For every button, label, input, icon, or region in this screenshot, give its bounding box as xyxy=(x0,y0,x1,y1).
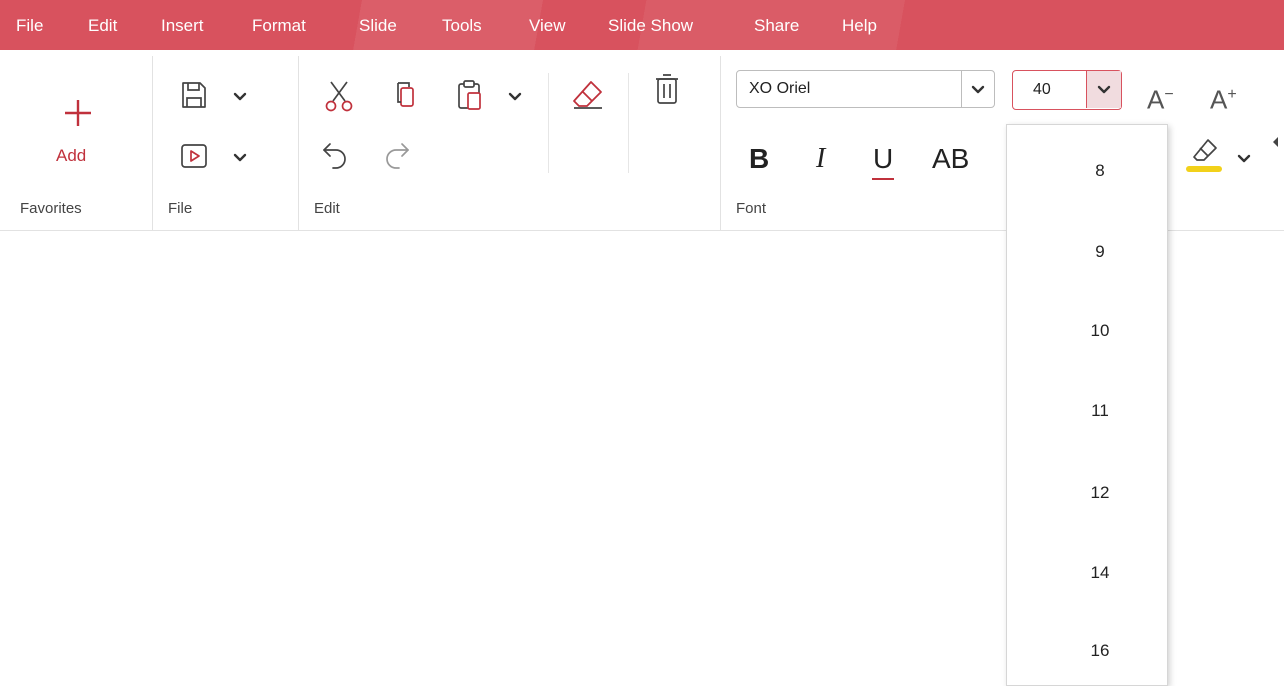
font-size-option[interactable]: 8 xyxy=(1007,161,1193,181)
change-case-button[interactable]: AB xyxy=(932,143,969,175)
add-icon[interactable] xyxy=(62,97,94,129)
cut-icon[interactable] xyxy=(323,79,355,113)
separator xyxy=(628,73,629,173)
paste-chevron-down-icon[interactable] xyxy=(507,89,523,105)
group-label-file: File xyxy=(168,200,193,217)
font-size-option[interactable]: 16 xyxy=(1007,641,1193,661)
plus-icon: + xyxy=(1227,86,1237,103)
font-size-option[interactable]: 9 xyxy=(1007,242,1193,262)
group-divider xyxy=(152,56,153,230)
font-size-value: 40 xyxy=(1033,81,1051,98)
redo-icon[interactable] xyxy=(382,139,412,169)
font-size-option[interactable]: 12 xyxy=(1007,483,1193,503)
save-icon[interactable] xyxy=(179,80,209,110)
separator xyxy=(548,73,549,173)
group-label-favorites: Favorites xyxy=(20,200,82,217)
eraser-icon[interactable] xyxy=(570,78,606,112)
font-size-chevron-down-icon[interactable] xyxy=(1096,82,1112,98)
underline-letter: U xyxy=(873,143,894,174)
scroll-left-arrow-icon[interactable] xyxy=(1270,135,1280,149)
menu-slide[interactable]: Slide xyxy=(359,16,397,36)
menu-tools[interactable]: Tools xyxy=(442,16,482,36)
minus-icon: − xyxy=(1164,86,1174,103)
slideshow-chevron-down-icon[interactable] xyxy=(232,150,248,166)
menu-view[interactable]: View xyxy=(529,16,566,36)
shrink-font-letter: A xyxy=(1147,84,1165,115)
delete-icon[interactable] xyxy=(652,72,682,108)
font-size-option[interactable]: 14 xyxy=(1007,563,1193,583)
group-label-font: Font xyxy=(736,200,767,217)
highlight-chevron-down-icon[interactable] xyxy=(1236,151,1252,167)
menu-insert[interactable]: Insert xyxy=(161,16,204,36)
font-size-dropdown-list: 8 9 10 11 12 14 16 xyxy=(1006,124,1168,686)
menu-help[interactable]: Help xyxy=(842,16,877,36)
shrink-font-button[interactable]: A− xyxy=(1147,80,1174,115)
play-slideshow-icon[interactable] xyxy=(179,141,209,171)
font-size-option[interactable]: 11 xyxy=(1007,401,1193,421)
copy-icon[interactable] xyxy=(390,79,420,111)
add-button[interactable]: Add xyxy=(56,146,86,166)
font-size-option[interactable]: 10 xyxy=(1007,321,1193,341)
undo-icon[interactable] xyxy=(320,139,350,169)
underline-accent xyxy=(872,178,894,180)
group-divider xyxy=(298,56,299,230)
menu-slide-show[interactable]: Slide Show xyxy=(608,16,693,36)
italic-button[interactable]: I xyxy=(816,143,825,175)
bold-button[interactable]: B xyxy=(749,143,769,175)
group-divider xyxy=(720,56,721,230)
font-name-combobox[interactable]: XO Oriel xyxy=(736,70,995,108)
font-size-combobox[interactable]: 40 xyxy=(1012,70,1122,110)
font-size-dropdown-button[interactable] xyxy=(1086,71,1121,108)
menu-share[interactable]: Share xyxy=(754,16,799,36)
paste-icon[interactable] xyxy=(455,78,485,112)
save-chevron-down-icon[interactable] xyxy=(232,89,248,105)
font-name-chevron-down-icon[interactable] xyxy=(970,82,986,98)
grow-font-button[interactable]: A+ xyxy=(1210,80,1237,115)
combobox-separator xyxy=(961,71,962,107)
grow-font-letter: A xyxy=(1210,84,1228,115)
group-label-edit: Edit xyxy=(314,200,340,217)
font-name-value: XO Oriel xyxy=(749,80,811,97)
menu-bar: File Edit Insert Format Slide Tools View… xyxy=(0,0,1284,50)
menu-file[interactable]: File xyxy=(16,16,43,36)
menu-edit[interactable]: Edit xyxy=(88,16,117,36)
menu-format[interactable]: Format xyxy=(252,16,306,36)
underline-button[interactable]: U xyxy=(873,143,893,175)
